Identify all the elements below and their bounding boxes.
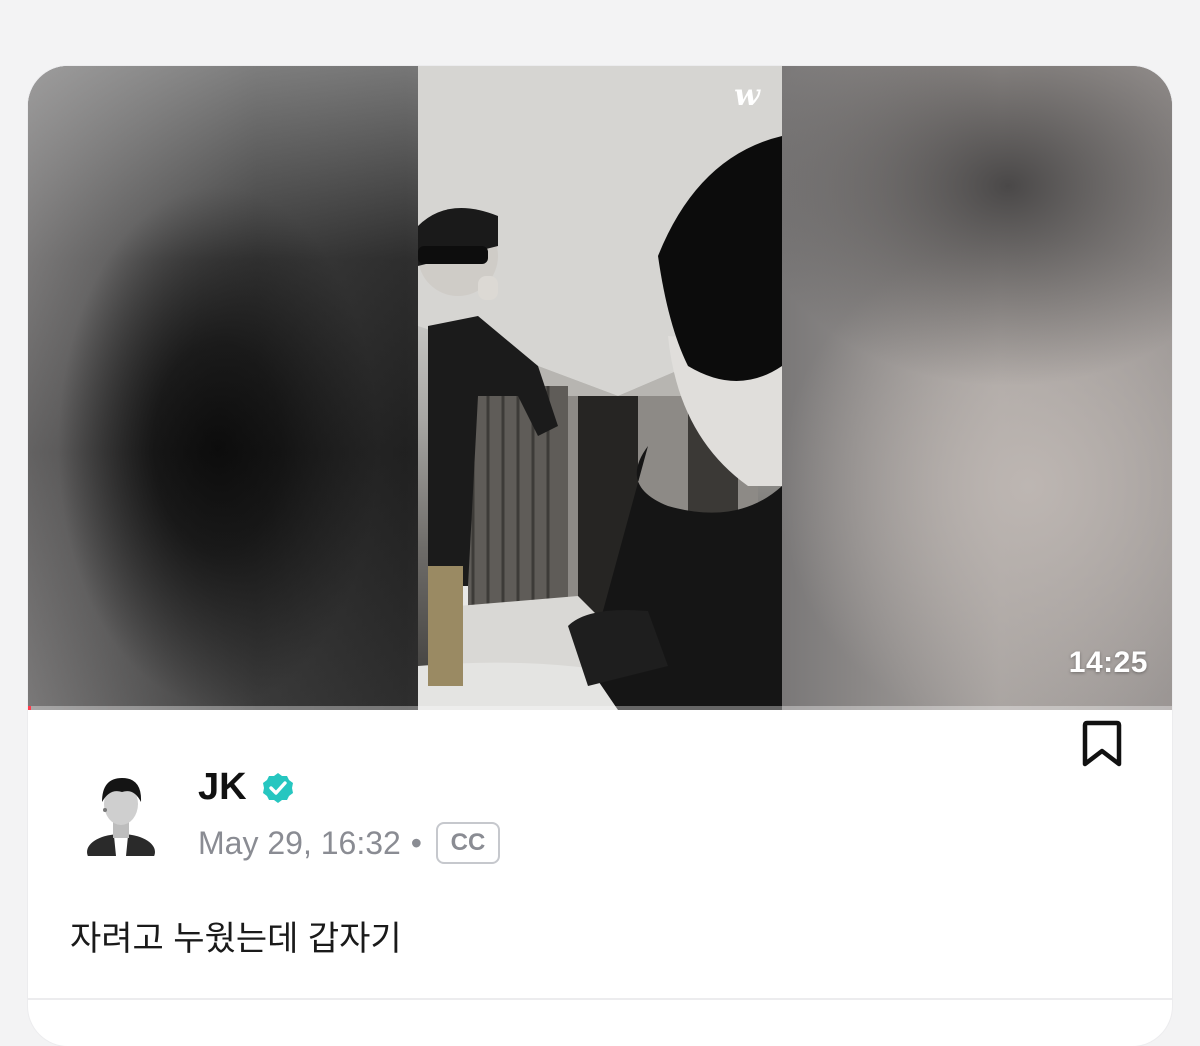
post-meta: May 29, 16:32 • CC xyxy=(198,822,500,864)
post-date: May 29, 16:32 xyxy=(198,824,401,861)
video-progress-fill xyxy=(28,706,32,710)
verified-icon xyxy=(263,773,293,803)
video-duration: 14:25 xyxy=(1068,646,1148,679)
video-frame[interactable]: w xyxy=(418,66,782,710)
avatar[interactable] xyxy=(86,766,156,856)
author-name[interactable]: JK xyxy=(198,766,247,809)
weverse-logo-icon: w xyxy=(734,78,760,113)
bookmark-icon[interactable] xyxy=(1080,720,1124,768)
video-scene xyxy=(418,66,782,710)
cc-badge[interactable]: CC xyxy=(436,822,500,864)
meta-separator: • xyxy=(410,824,422,861)
post-caption: 자려고 누웠는데 갑자기 xyxy=(70,920,402,958)
post-card: w 14:25 JK May 29, 16:32 • CC 자려고 누웠는데 갑… xyxy=(28,66,1172,1046)
divider xyxy=(28,998,1172,1000)
video-progress-bar[interactable] xyxy=(28,706,1172,710)
video-player[interactable]: w 14:25 xyxy=(28,66,1172,710)
